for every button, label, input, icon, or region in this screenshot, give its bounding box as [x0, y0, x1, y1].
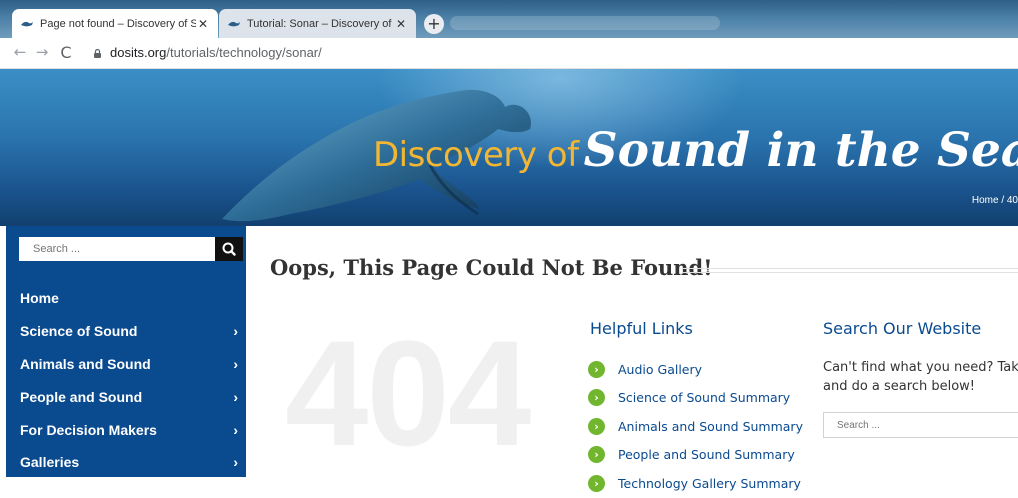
link-label: Animals and Sound Summary [618, 418, 803, 434]
reload-icon[interactable]: C [56, 43, 76, 62]
tab-close-icon[interactable]: ✕ [394, 17, 408, 31]
sidebar-item-science-of-sound[interactable]: Science of Sound › [6, 315, 246, 348]
new-tab-button[interactable]: + [424, 14, 444, 34]
search-description-line: Can't find what you need? Take [823, 360, 1018, 375]
sidebar-item-animals-and-sound[interactable]: Animals and Sound › [6, 348, 246, 381]
sidebar-nav: Home Science of Sound › Animals and Soun… [6, 226, 246, 477]
forward-arrow-icon[interactable]: → [32, 43, 52, 61]
blurred-tab-strip [450, 16, 720, 30]
chevron-right-icon: › [588, 474, 605, 492]
search-description-line: and do a search below! [823, 379, 976, 394]
sidebar-item-label: People and Sound [20, 388, 143, 405]
address-bar: ← → C dosits.org/tutorials/technology/so… [0, 38, 1018, 69]
site-favicon-icon [21, 21, 33, 26]
url-host: dosits.org [110, 45, 167, 60]
link-label: Technology Gallery Summary [618, 475, 801, 491]
tab-tutorial-sonar[interactable]: Tutorial: Sonar – Discovery of Sou ✕ [219, 9, 416, 38]
url-path: /tutorials/technology/sonar/ [166, 45, 322, 60]
search-website-heading: Search Our Website [823, 319, 982, 338]
browser-tab-bar: Page not found – Discovery of Sc ✕ Tutor… [0, 0, 1018, 38]
link-people-and-sound-summary[interactable]: › People and Sound Summary [588, 441, 808, 470]
search-description: Can't find what you need? Take and do a … [823, 358, 1018, 396]
chevron-right-icon: › [588, 360, 605, 378]
sidebar-item-people-and-sound[interactable]: People and Sound › [6, 380, 246, 413]
link-technology-gallery-summary[interactable]: › Technology Gallery Summary [588, 469, 808, 498]
page-title: Oops, This Page Could Not Be Found! [270, 255, 713, 280]
sidebar-item-home[interactable]: Home [6, 282, 246, 315]
site-title-main: Sound in the Sea [583, 123, 1018, 178]
hero-banner: Discovery of Sound in the Sea Home / 40 [0, 69, 1018, 226]
chevron-right-icon: › [588, 417, 605, 435]
sidebar-item-label: For Decision Makers [20, 421, 157, 438]
chevron-right-icon: › [233, 421, 238, 438]
link-animals-and-sound-summary[interactable]: › Animals and Sound Summary [588, 412, 808, 441]
link-label: Audio Gallery [618, 361, 703, 377]
title-divider [682, 268, 1018, 273]
sidebar-item-label: Science of Sound [20, 323, 138, 340]
chevron-right-icon: › [233, 454, 238, 471]
link-audio-gallery[interactable]: › Audio Gallery [588, 355, 808, 384]
tab-page-not-found[interactable]: Page not found – Discovery of Sc ✕ [12, 9, 218, 38]
sidebar-item-galleries[interactable]: Galleries › [6, 446, 246, 479]
helpful-links-heading: Helpful Links [590, 319, 693, 338]
sidebar-item-for-decision-makers[interactable]: For Decision Makers › [6, 413, 246, 446]
sidebar-search [19, 237, 243, 261]
sidebar-item-label: Animals and Sound [20, 355, 151, 372]
back-arrow-icon[interactable]: ← [10, 43, 30, 61]
error-code-watermark: 404 [285, 309, 531, 477]
tab-title: Page not found – Discovery of Sc [40, 17, 196, 30]
chevron-right-icon: › [233, 323, 238, 340]
sidebar-search-input[interactable] [19, 237, 215, 261]
chevron-right-icon: › [233, 355, 238, 372]
tab-close-icon[interactable]: ✕ [196, 17, 210, 31]
link-label: People and Sound Summary [618, 447, 795, 463]
helpful-links-list: › Audio Gallery › Science of Sound Summa… [588, 355, 808, 498]
sidebar-search-button[interactable] [215, 237, 243, 261]
chevron-right-icon: › [588, 446, 605, 464]
url-field[interactable]: dosits.org/tutorials/technology/sonar/ [110, 45, 322, 60]
page-heading-row: Oops, This Page Could Not Be Found! [270, 255, 1018, 285]
sidebar-menu: Home Science of Sound › Animals and Soun… [6, 282, 246, 479]
chevron-right-icon: › [233, 388, 238, 405]
sidebar-item-label: Home [20, 290, 59, 307]
search-icon [222, 242, 236, 256]
chevron-right-icon: › [588, 389, 605, 407]
site-search-input[interactable] [823, 412, 1018, 438]
breadcrumb[interactable]: Home / 40 [972, 195, 1018, 206]
sidebar-item-label: Galleries [20, 454, 80, 471]
site-title[interactable]: Discovery of Sound in the Sea [373, 123, 1018, 178]
tab-title: Tutorial: Sonar – Discovery of Sou [247, 17, 394, 30]
lock-icon [94, 49, 101, 58]
site-title-prefix: Discovery of [373, 135, 579, 175]
link-label: Science of Sound Summary [618, 390, 791, 406]
site-favicon-icon [228, 21, 240, 26]
link-science-of-sound-summary[interactable]: › Science of Sound Summary [588, 384, 808, 413]
